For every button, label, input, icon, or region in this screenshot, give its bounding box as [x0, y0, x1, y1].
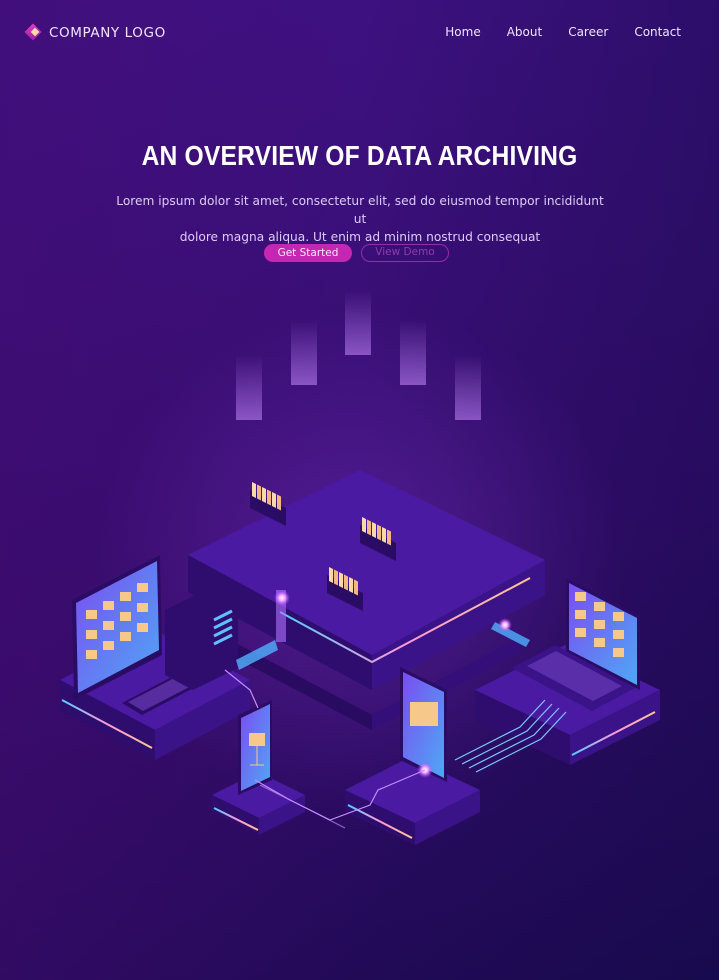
- hero-buttons: Get Started View Demo: [264, 244, 449, 262]
- data-archiving-illustration: [60, 290, 660, 845]
- get-started-button[interactable]: Get Started: [264, 244, 352, 262]
- nav-contact[interactable]: Contact: [634, 25, 681, 39]
- nav-career[interactable]: Career: [568, 25, 608, 39]
- view-demo-button[interactable]: View Demo: [361, 244, 449, 262]
- hero-subtitle-line-1: Lorem ipsum dolor sit amet, consectetur …: [116, 194, 604, 226]
- header: COMPANY LOGO Home About Career Contact: [0, 0, 719, 66]
- company-logo[interactable]: COMPANY LOGO: [24, 23, 166, 42]
- hero-subtitle: Lorem ipsum dolor sit amet, consectetur …: [110, 192, 610, 246]
- diamond-logo-icon: [24, 23, 43, 42]
- phone-station-center: [345, 667, 480, 845]
- nav-home[interactable]: Home: [445, 25, 480, 39]
- logo-text: COMPANY LOGO: [49, 25, 166, 41]
- main-nav: Home About Career Contact: [419, 25, 681, 39]
- nav-about[interactable]: About: [507, 25, 542, 39]
- page-title: AN OVERVIEW OF DATA ARCHIVING: [141, 140, 578, 171]
- light-beams: [236, 290, 481, 420]
